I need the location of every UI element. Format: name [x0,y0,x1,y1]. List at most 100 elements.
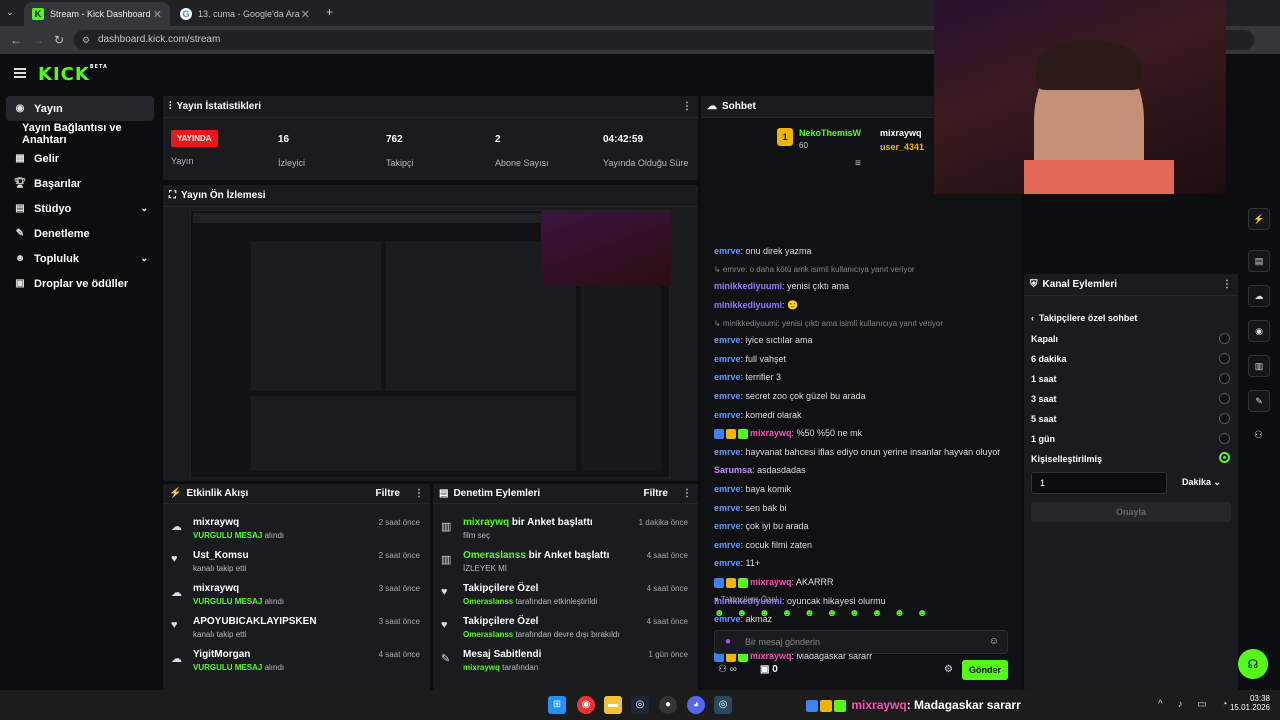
radio-6-dakika[interactable] [1219,353,1230,364]
sidebar-item-topluluk[interactable]: ☻ Topluluk ⌄ [0,246,160,271]
chat-message[interactable]: emrve: onu direk yazma [714,246,812,256]
moderation-row[interactable]: ▥ Omeraslanss bir Anket başlattı İZLEYEK M… [433,547,698,577]
chat-username[interactable]: emrve [714,246,741,256]
top-gifter-name[interactable]: NekoThemisW [799,128,861,138]
rail-wrench-icon[interactable]: ✎ [1248,390,1270,412]
option-label[interactable]: 1 gün [1031,434,1055,444]
chat-username[interactable]: emrve [714,558,741,568]
activity-row[interactable]: ♥ APOYUBICAKLAYIPSKEN kanalı takip etti 3 s… [163,613,430,643]
chat-message[interactable]: emrve: komedi olarak [714,410,802,420]
support-icon[interactable]: ☊ [1238,649,1268,679]
tab-kick-dashboard[interactable]: K Stream - Kick Dashboard ✕ [24,2,170,26]
radio-custom[interactable] [1219,452,1230,463]
new-tab-icon[interactable]: + [326,5,333,19]
chat-message[interactable]: Sarumsa: asdasdadas [714,465,806,475]
sidebar-item-gelir[interactable]: ▦ Gelir [0,146,160,171]
chat-message[interactable]: emrve: terrifier 3 [714,372,781,382]
chat-username[interactable]: emrve [714,335,741,345]
microphone-icon[interactable]: ● [725,636,731,647]
more-icon[interactable]: ⋮ [1222,279,1232,290]
rail-layout-icon[interactable]: ▥ [1248,355,1270,377]
emoji-icon[interactable]: ☺ [989,636,999,647]
chat-message[interactable]: emrve: cocuk filmi zaten [714,540,812,550]
chat-message[interactable]: mixraywq: %50 %50 ne mk [714,428,862,439]
chat-username[interactable]: minikkediyuumi [714,300,782,310]
reload-icon[interactable]: ↻ [54,33,64,47]
chat-username[interactable]: mixraywq [750,577,792,587]
radio-1-gun[interactable] [1219,433,1230,444]
chrome-icon[interactable]: ◉ [577,696,595,714]
tab-google[interactable]: G 13. cuma - Google'da Ara ✕ [172,2,318,26]
chat-username[interactable]: Sarumsa [714,465,752,475]
tray-icons[interactable]: ^ ♪ ▭ ◔ [1158,699,1234,710]
sidebar-item-yayin[interactable]: ◉ Yayın [6,96,154,121]
option-label[interactable]: Kişiselleştirilmiş [1031,454,1102,464]
unit-select[interactable]: Dakika ⌄ [1182,477,1221,488]
chat-username[interactable]: emrve [714,521,741,531]
chat-username[interactable]: emrve [714,391,741,401]
chat-message[interactable]: emrve: iyice sıctılar ama [714,335,813,345]
chat-message[interactable]: emrve: sen bak bi [714,503,787,513]
chat-message[interactable]: emrve: baya komik [714,484,791,494]
folder-icon[interactable]: ▬ [604,696,622,714]
chat-username[interactable]: emrve [714,540,741,550]
moderation-row[interactable]: ♥ Takipçilere Özel Omeraslanss tarafından … [433,613,698,643]
settings-icon[interactable]: ⚙ [944,664,953,675]
top-gifter-name[interactable]: user_4341 [880,142,924,152]
activity-row[interactable]: ♥ Ust_Komsu kanalı takip etti 2 saat önce [163,547,430,577]
moderation-row[interactable]: ▥ mixraywq bir Anket başlattı film seç 1 da… [433,514,698,544]
option-label[interactable]: 1 saat [1031,374,1057,384]
more-icon[interactable]: ⋮ [682,101,692,112]
back-to-actions[interactable]: ‹ Takipçilere özel sohbet [1031,313,1137,323]
close-tab-icon[interactable]: ✕ [153,8,162,21]
moderation-row[interactable]: ♥ Takipçilere Özel Omeraslanss tarafından … [433,580,698,610]
chat-input[interactable]: ● Bir mesaj gönderin ☺ [714,630,1008,654]
chat-message[interactable]: mixraywq: AKARRR [714,577,834,588]
chat-username[interactable]: emrve [714,484,741,494]
option-label[interactable]: 3 saat [1031,394,1057,404]
rail-broadcast-icon[interactable]: ◉ [1248,320,1270,342]
radio-1-saat[interactable] [1219,373,1230,384]
obs-icon[interactable]: ● [659,696,677,714]
chat-message[interactable]: minikkediyuumi: 🙂 [714,300,798,311]
chat-message[interactable]: emrve: full vahşet [714,354,786,364]
chat-username[interactable]: emrve [714,503,741,513]
chat-username[interactable]: mixraywq [750,428,792,438]
rail-chat-icon[interactable]: ☁ [1248,285,1270,307]
rail-notes-icon[interactable]: ▤ [1248,250,1270,272]
steam-icon[interactable]: ◎ [631,696,649,714]
option-label[interactable]: 5 saat [1031,414,1057,424]
discord-icon[interactable]: ◕ [687,696,705,714]
sidebar-item-stream-key[interactable]: Yayın Bağlantısı ve Anahtarı [0,121,160,146]
chat-username[interactable]: minikkediyuumi [714,281,782,291]
clock[interactable]: 03:38 15.01.2026 [1226,694,1270,712]
chat-username[interactable]: emrve [714,354,741,364]
chat-message[interactable]: emrve: 11+ [714,558,760,568]
radio-3-saat[interactable] [1219,393,1230,404]
points-display[interactable]: ⚇ ∞ [718,664,737,675]
rail-lightning-icon[interactable]: ⚡ [1248,208,1270,230]
radio-5-saat[interactable] [1219,413,1230,424]
custom-duration-input[interactable]: 1 [1031,472,1167,494]
chat-message[interactable]: emrve: secret zoo çok güzel bu arada [714,391,866,401]
option-label[interactable]: Kapalı [1031,334,1058,344]
chat-username[interactable]: emrve [714,372,741,382]
sidebar-item-basarilar[interactable]: 🏆︎ Başarılar [0,171,160,196]
windows-start-icon[interactable]: ⊞ [548,696,566,714]
more-icon[interactable]: ⋮ [682,488,692,499]
chat-message[interactable]: emrve: hayvanat bahcesi iflas ediyo onun… [714,447,1000,457]
option-label[interactable]: 6 dakika [1031,354,1067,364]
site-info-icon[interactable]: ⚙ [82,30,90,50]
apply-button[interactable]: Onayla [1031,502,1231,522]
steam-app-icon[interactable]: ◎ [714,696,732,714]
activity-row[interactable]: ☁ YigitMorgan VURGULU MESAJ alındı 4 saat ö… [163,646,430,676]
top-gifter-name[interactable]: mixraywq [880,128,922,138]
moderation-row[interactable]: ✎ Mesaj Sabitlendi mixraywq tarafından 1 gü… [433,646,698,676]
kick-logo[interactable]: KICKBETA [38,64,108,85]
sidebar-item-studyo[interactable]: ▤ Stüdyo ⌄ [0,196,160,221]
sidebar-item-denetleme[interactable]: ✎ Denetleme [0,221,160,246]
forward-icon[interactable]: → [32,33,44,47]
send-button[interactable]: Gönder [962,660,1008,680]
chat-message[interactable]: minikkediyuumi: yenisi çıktı ama [714,281,849,291]
menu-icon[interactable] [14,68,26,78]
